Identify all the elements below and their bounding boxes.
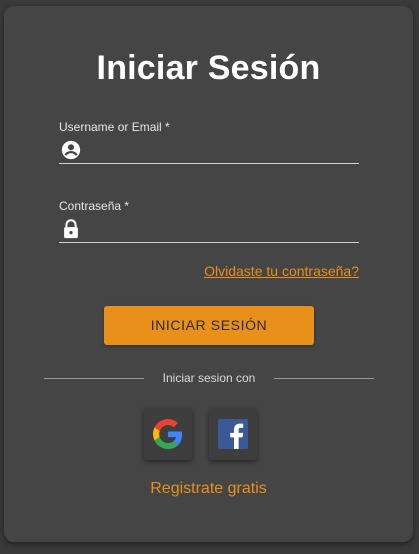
username-label: Username or Email *: [59, 120, 170, 134]
lock-icon: [60, 218, 82, 240]
divider-text: Iniciar sesion con: [162, 371, 256, 385]
facebook-login-button[interactable]: [209, 408, 257, 460]
username-row: [59, 138, 359, 162]
login-card: Iniciar Sesión Username or Email * Contr…: [4, 6, 413, 542]
password-input[interactable]: [89, 217, 357, 241]
google-login-button[interactable]: [144, 408, 192, 460]
account-circle-icon: [60, 139, 82, 161]
password-row: [59, 217, 359, 241]
login-button[interactable]: INICIAR SESIÓN: [104, 306, 314, 345]
username-input[interactable]: [89, 138, 357, 162]
username-underline: [59, 163, 359, 164]
password-label: Contraseña *: [59, 199, 130, 213]
page-title: Iniciar Sesión: [96, 49, 321, 87]
password-underline: [59, 242, 359, 243]
register-link[interactable]: Registrate gratis: [4, 480, 413, 498]
forgot-password-link[interactable]: Olvidaste tu contraseña?: [204, 263, 359, 279]
social-divider: Iniciar sesion con: [44, 370, 374, 388]
